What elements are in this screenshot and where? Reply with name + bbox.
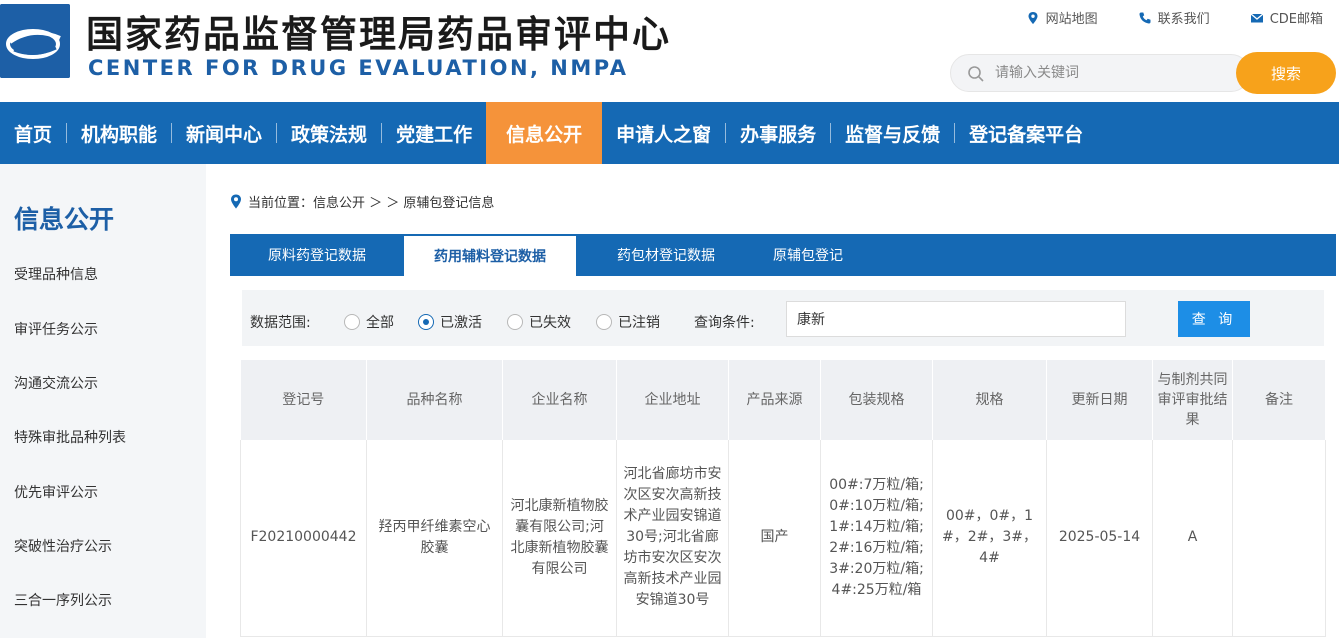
cell-result: A	[1152, 440, 1233, 637]
tab-all-registration[interactable]: 原辅包登记	[756, 234, 860, 276]
col-header-address: 企业地址	[616, 360, 729, 440]
cde-mail-link[interactable]: CDE邮箱	[1250, 8, 1323, 27]
col-header-name: 品种名称	[366, 360, 503, 440]
cell-date: 2025-05-14	[1046, 440, 1153, 637]
radio-circle	[507, 314, 523, 330]
filter-bar: 数据范围: 全部 已激活 已失效 已注销 查询条件: 查 询	[242, 290, 1324, 346]
tab-api-registration[interactable]: 原料药登记数据	[230, 234, 404, 276]
query-input[interactable]	[786, 301, 1126, 337]
cell-name: 羟丙甲纤维素空心胶囊	[366, 440, 503, 637]
registration-table: 登记号 品种名称 企业名称 企业地址 产品来源 包装规格 规格 更新日期 与制剂…	[240, 360, 1326, 637]
sitemap-label: 网站地图	[1045, 12, 1098, 27]
radio-circle	[344, 314, 360, 330]
map-pin-icon	[1028, 11, 1038, 24]
sidebar-title: 信息公开	[14, 205, 115, 234]
table-header-row: 登记号 品种名称 企业名称 企业地址 产品来源 包装规格 规格 更新日期 与制剂…	[240, 360, 1326, 440]
tab-excipient-registration[interactable]: 药用辅料登记数据	[404, 236, 576, 276]
sidebar-item-communication[interactable]: 沟通交流公示	[14, 373, 98, 393]
cde-logo[interactable]	[0, 4, 70, 78]
sidebar-item-accepted-varieties[interactable]: 受理品种信息	[14, 264, 98, 284]
data-tabs: 原料药登记数据 药用辅料登记数据 药包材登记数据 原辅包登记	[230, 234, 1336, 276]
location-pin-icon	[231, 194, 241, 209]
cell-source: 国产	[728, 440, 821, 637]
radio-cancelled[interactable]: 已注销	[596, 312, 660, 332]
left-sidebar: 信息公开 受理品种信息 审评任务公示 沟通交流公示 特殊审批品种列表 优先审评公…	[0, 164, 206, 638]
cell-company: 河北康新植物胶囊有限公司;河北康新植物胶囊有限公司	[502, 440, 617, 637]
mail-icon	[1250, 13, 1264, 22]
col-header-company: 企业名称	[502, 360, 617, 440]
sitemap-link[interactable]: 网站地图	[1026, 8, 1098, 27]
col-header-date: 更新日期	[1046, 360, 1153, 440]
sidebar-item-special-approval[interactable]: 特殊审批品种列表	[14, 427, 126, 447]
contact-link[interactable]: 联系我们	[1138, 8, 1210, 27]
search-icon	[968, 66, 984, 82]
cell-company-text: 河北康新植物胶囊有限公司;河北康新植物胶囊有限公司	[510, 497, 609, 577]
radio-all[interactable]: 全部	[344, 312, 394, 332]
cell-address-text: 河北省廊坊市安次区安次高新技术产业园安锦道30号;河北省廊坊市安次区安次高新技术…	[623, 466, 722, 609]
radio-expired[interactable]: 已失效	[507, 312, 571, 332]
radio-active-label: 已激活	[440, 315, 482, 331]
sidebar-item-breakthrough[interactable]: 突破性治疗公示	[14, 536, 112, 556]
tab-packaging-registration[interactable]: 药包材登记数据	[576, 234, 756, 276]
nav-item-supervision[interactable]: 监督与反馈	[831, 102, 954, 164]
search-box	[950, 54, 1250, 92]
cell-package: 00#:7万粒/箱;0#:10万粒/箱;1#:14万粒/箱;2#:16万粒/箱;…	[820, 440, 933, 637]
table-row[interactable]: F20210000442 羟丙甲纤维素空心胶囊 河北康新植物胶囊有限公司;河北康…	[240, 440, 1326, 637]
breadcrumb-text: 当前位置：信息公开 ＞ ＞ 原辅包登记信息	[248, 196, 495, 211]
query-label: 查询条件:	[694, 315, 755, 331]
sidebar-item-three-in-one[interactable]: 三合一序列公示	[14, 590, 112, 610]
query-button[interactable]: 查 询	[1178, 301, 1250, 337]
cde-mail-label: CDE邮箱	[1269, 12, 1323, 27]
cell-spec-text: 00#，0#，1#，2#，3#，4#	[941, 508, 1037, 567]
nav-item-home[interactable]: 首页	[0, 102, 66, 164]
site-title-en: CENTER FOR DRUG EVALUATION, NMPA	[88, 56, 629, 80]
sidebar-item-review-tasks[interactable]: 审评任务公示	[14, 319, 98, 339]
nav-item-info-disclosure[interactable]: 信息公开	[486, 102, 603, 164]
nav-item-policy[interactable]: 政策法规	[277, 102, 381, 164]
col-header-result: 与制剂共同审评审批结果	[1152, 360, 1233, 440]
main-nav: 首页 机构职能 新闻中心 政策法规 党建工作 信息公开 申请人之窗 办事服务 监…	[0, 102, 1339, 164]
nav-item-applicant[interactable]: 申请人之窗	[602, 102, 725, 164]
cell-remark	[1232, 440, 1326, 637]
nav-item-news[interactable]: 新闻中心	[172, 102, 276, 164]
col-header-package: 包装规格	[820, 360, 933, 440]
nav-item-registration[interactable]: 登记备案平台	[955, 102, 1097, 164]
col-header-remark: 备注	[1232, 360, 1326, 440]
top-links: 网站地图 联系我们 CDE邮箱	[1026, 8, 1323, 27]
radio-circle-selected	[418, 314, 434, 330]
search-button[interactable]: 搜索	[1236, 52, 1336, 94]
cell-reg-no: F20210000442	[240, 440, 367, 637]
sidebar-item-priority-review[interactable]: 优先审评公示	[14, 482, 98, 502]
contact-label: 联系我们	[1157, 12, 1210, 27]
col-header-spec: 规格	[932, 360, 1047, 440]
cell-spec: 00#，0#，1#，2#，3#，4#	[932, 440, 1047, 637]
search-input[interactable]	[995, 59, 1195, 87]
radio-all-label: 全部	[366, 315, 394, 331]
nav-item-party[interactable]: 党建工作	[382, 102, 486, 164]
phone-icon	[1139, 12, 1151, 24]
col-header-reg-no: 登记号	[240, 360, 367, 440]
nav-item-services[interactable]: 办事服务	[726, 102, 830, 164]
radio-active[interactable]: 已激活	[418, 312, 482, 332]
col-header-source: 产品来源	[728, 360, 821, 440]
scope-label: 数据范围:	[250, 315, 311, 331]
cell-name-text: 羟丙甲纤维素空心胶囊	[378, 518, 491, 556]
cell-package-text: 00#:7万粒/箱;0#:10万粒/箱;1#:14万粒/箱;2#:16万粒/箱;…	[829, 476, 924, 598]
radio-expired-label: 已失效	[529, 315, 571, 331]
cell-address: 河北省廊坊市安次区安次高新技术产业园安锦道30号;河北省廊坊市安次区安次高新技术…	[616, 440, 729, 637]
site-title-cn: 国家药品监督管理局药品审评中心	[86, 13, 671, 56]
site-header: 国家药品监督管理局药品审评中心 CENTER FOR DRUG EVALUATI…	[0, 0, 1339, 102]
nav-item-functions[interactable]: 机构职能	[67, 102, 171, 164]
breadcrumb: 当前位置：信息公开 ＞ ＞ 原辅包登记信息	[230, 192, 494, 211]
radio-circle	[596, 314, 612, 330]
radio-cancelled-label: 已注销	[618, 315, 660, 331]
